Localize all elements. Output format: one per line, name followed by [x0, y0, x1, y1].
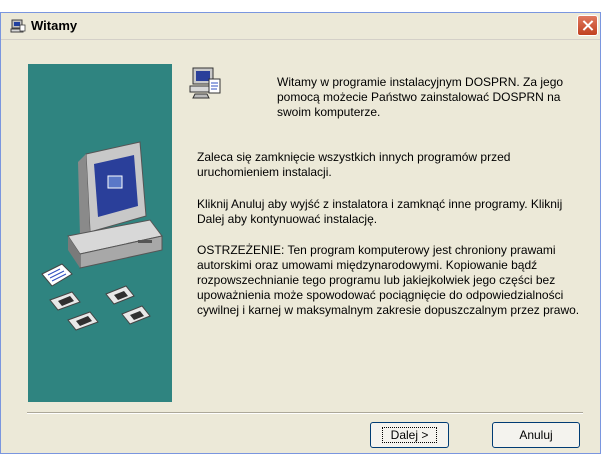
setup-computer-icon — [189, 67, 221, 99]
close-button[interactable] — [577, 15, 598, 36]
installer-icon — [10, 19, 26, 33]
window-title: Witamy — [31, 18, 78, 33]
setup-dialog: Witamy Witamy w programie instalacyjnym … — [0, 12, 601, 454]
close-programs-note: Zaleca się zamknięcie wszystkich innych … — [197, 150, 511, 179]
buttons-instructions: Kliknij Anuluj aby wyjść z instalatora i… — [197, 197, 563, 226]
next-button[interactable]: Dalej > — [370, 422, 449, 448]
next-button-label: Dalej > — [381, 427, 438, 443]
cropped-text-strip — [0, 0, 601, 12]
diskettes-icon — [49, 285, 151, 331]
side-banner — [28, 64, 172, 402]
cancel-button[interactable]: Anuluj — [492, 422, 580, 448]
copyright-warning: OSTRZEŻENIE: Ten program komputerowy jes… — [197, 243, 580, 317]
computer-illustration — [41, 141, 163, 331]
welcome-message: Witamy w programie instalacyjnym DOSPRN.… — [277, 75, 564, 119]
separator — [27, 412, 583, 414]
title-bar[interactable]: Witamy — [1, 13, 600, 40]
